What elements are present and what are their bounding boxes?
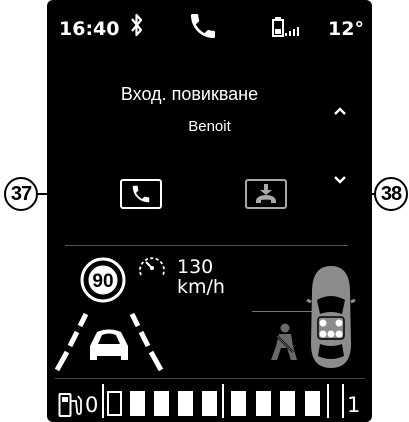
scroll-down-button[interactable] — [333, 175, 347, 185]
signal-icon — [285, 27, 299, 36]
callout-38: 38 — [374, 177, 408, 211]
phone-icon — [191, 14, 215, 38]
gear-segment — [130, 391, 145, 416]
call-title: Вход. повикване — [120, 84, 259, 104]
gear-tick — [222, 384, 224, 418]
callout-37: 37 — [4, 177, 38, 211]
reject-call-icon — [256, 184, 276, 203]
reject-call-button[interactable] — [245, 179, 287, 209]
gear-segment — [256, 391, 271, 416]
seatbelt-icon — [271, 323, 297, 360]
car-top-view-icon — [306, 266, 356, 368]
callout-line-right — [288, 193, 382, 195]
gear-segment — [280, 391, 295, 416]
gear-segment — [202, 391, 217, 416]
gear-tick — [102, 384, 104, 418]
gear-segment — [231, 391, 246, 416]
speed-limit-sign: 90 — [80, 257, 126, 303]
callout-line-left — [36, 193, 120, 195]
gear-min-label: 0 — [85, 393, 99, 417]
lane-assist-icon — [54, 312, 164, 372]
accept-call-icon — [132, 185, 150, 203]
gear-max-label: 1 — [347, 393, 361, 417]
gear-segment — [107, 391, 122, 416]
status-temperature: 12° — [328, 18, 364, 40]
accept-call-button[interactable] — [120, 179, 162, 209]
section-divider — [65, 245, 348, 246]
bluetooth-icon — [131, 13, 143, 37]
instrument-display: 16:40 12° Вход. повикване Benoit 90 130 … — [47, 0, 372, 422]
gear-tick — [342, 384, 344, 418]
speed-limit-value: 90 — [92, 271, 113, 292]
gear-segment — [305, 391, 320, 416]
gear-bar-divider — [55, 378, 365, 379]
caller-name: Benoit — [188, 118, 231, 135]
fuel-pump-icon — [58, 393, 82, 417]
battery-icon — [272, 17, 284, 37]
gear-tick — [327, 384, 329, 418]
gear-segment — [154, 391, 169, 416]
gear-segment — [178, 391, 193, 416]
status-time: 16:40 — [59, 18, 120, 40]
cruise-speed-unit: km/h — [177, 276, 225, 298]
scroll-up-button[interactable] — [333, 106, 347, 116]
speedometer-icon — [139, 257, 165, 276]
cruise-speed-value: 130 — [177, 256, 214, 278]
